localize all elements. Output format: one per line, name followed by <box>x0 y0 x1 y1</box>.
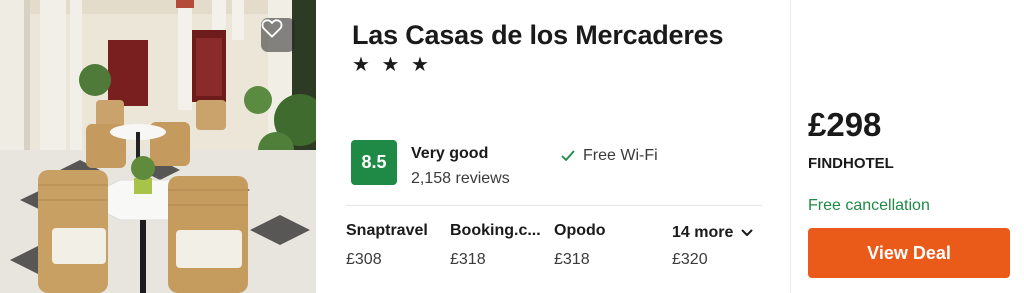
hotel-result-card: Las Casas de los Mercaderes ★ ★ ★ 8.5 Ve… <box>0 0 1024 293</box>
rating-label: Very good <box>411 145 489 162</box>
provider-price: £308 <box>346 251 382 268</box>
deal-provider: FINDHOTEL <box>808 155 894 172</box>
provider-name: Booking.c... <box>450 222 541 239</box>
amenity-label: Free Wi-Fi <box>583 147 658 164</box>
hotel-star-rating: ★ ★ ★ <box>352 54 432 76</box>
review-count[interactable]: 2,158 reviews <box>411 170 510 188</box>
amenity-wifi: Free Wi-Fi <box>561 147 658 165</box>
free-cancellation-label: Free cancellation <box>808 197 930 214</box>
provider-booking[interactable]: Booking.c... £318 <box>450 222 541 269</box>
hotel-name[interactable]: Las Casas de los Mercaderes <box>352 20 724 51</box>
more-providers-label: 14 more <box>672 224 734 241</box>
more-providers-price: £320 <box>672 251 708 268</box>
more-providers-button[interactable]: 14 more £320 <box>672 224 753 269</box>
provider-price: £318 <box>554 251 590 268</box>
favorite-button[interactable] <box>261 18 295 52</box>
rating-score-badge: 8.5 <box>351 140 397 185</box>
column-divider <box>790 0 791 293</box>
hotel-photo[interactable] <box>0 0 316 293</box>
view-deal-button[interactable]: View Deal <box>808 228 1010 278</box>
heart-icon <box>261 19 283 38</box>
divider <box>346 205 762 206</box>
provider-price: £318 <box>450 251 486 268</box>
provider-snaptravel[interactable]: Snaptravel £308 <box>346 222 428 269</box>
provider-opodo[interactable]: Opodo £318 <box>554 222 606 269</box>
check-icon <box>561 150 575 161</box>
deal-price[interactable]: £298 <box>808 106 881 144</box>
provider-name: Snaptravel <box>346 222 428 239</box>
chevron-down-icon <box>741 229 753 236</box>
provider-name: Opodo <box>554 222 606 239</box>
